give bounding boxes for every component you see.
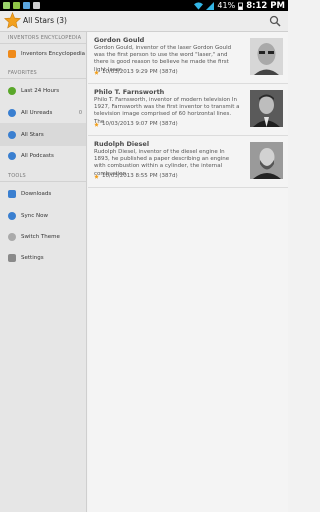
section-header-favorites: FAVORITES xyxy=(0,67,86,79)
action-bar: All Stars (3) xyxy=(0,11,288,32)
sidebar-item-downloads[interactable]: Downloads xyxy=(0,182,86,205)
wifi-icon xyxy=(194,1,204,10)
sidebar-item-label: All Unreads xyxy=(21,110,53,116)
sidebar-item-inventors-encyclopedia[interactable]: Inventors Encyclopedia xyxy=(0,44,86,64)
sidebar-item-all-podcasts[interactable]: All Podcasts xyxy=(0,146,86,166)
sidebar-item-all-unreads[interactable]: All Unreads 0 xyxy=(0,103,86,123)
article-date: 10/03/2013 8:55 PM (387d) xyxy=(102,173,178,179)
star-icon[interactable] xyxy=(94,121,99,127)
navigation-drawer: INVENTORS ENCYCLOPEDIA Inventors Encyclo… xyxy=(0,32,87,512)
star-icon[interactable] xyxy=(94,69,99,75)
clock-icon xyxy=(8,87,16,95)
rss-icon xyxy=(8,50,16,58)
article-thumbnail xyxy=(250,142,283,179)
download-notification-icon xyxy=(3,2,10,9)
podcast-icon xyxy=(8,152,16,160)
article-thumbnail xyxy=(250,38,283,75)
article-thumbnail xyxy=(250,90,283,127)
star-app-icon[interactable] xyxy=(4,12,21,29)
article-date: 10/03/2013 9:29 PM (387d) xyxy=(102,69,178,75)
battery-icon xyxy=(238,2,244,10)
article-meta: 10/03/2013 9:07 PM (387d) xyxy=(94,121,178,127)
sidebar-item-label: All Stars xyxy=(21,131,44,138)
sidebar-item-sync-now[interactable]: Sync Now xyxy=(0,205,86,226)
page-title: All Stars (3) xyxy=(23,16,67,25)
article-item[interactable]: Philo T. Farnsworth Philo T. Farnsworth,… xyxy=(88,84,288,136)
section-header-encyclopedia: INVENTORS ENCYCLOPEDIA xyxy=(0,32,86,44)
signal-icon xyxy=(206,1,215,10)
search-icon[interactable] xyxy=(269,15,281,27)
unread-icon xyxy=(8,109,16,117)
sidebar-item-label: Switch Theme xyxy=(21,233,60,240)
article-meta: 10/03/2013 9:29 PM (387d) xyxy=(94,69,178,75)
system-icons: 41% 8:12 PM xyxy=(194,0,285,11)
article-item[interactable]: Gordon Gould Gordon Gould, inventor of t… xyxy=(88,32,288,84)
star-circle-icon xyxy=(8,130,16,139)
sidebar-item-label: Downloads xyxy=(21,190,52,197)
sidebar-item-label: Inventors Encyclopedia xyxy=(21,51,86,57)
download-icon xyxy=(8,189,16,198)
sidebar-item-label: Sync Now xyxy=(21,212,48,219)
sidebar-item-label: Last 24 Hours xyxy=(21,88,60,94)
unread-count-badge: 0 xyxy=(78,110,82,116)
sidebar-item-switch-theme[interactable]: Switch Theme xyxy=(0,226,86,247)
star-icon[interactable] xyxy=(94,173,99,179)
article-meta: 10/03/2013 8:55 PM (387d) xyxy=(94,173,178,179)
image-notification-icon xyxy=(23,2,30,9)
notification-icons xyxy=(3,0,40,11)
clock-time: 8:12 PM xyxy=(246,0,285,11)
theme-icon xyxy=(8,232,16,241)
article-list: Gordon Gould Gordon Gould, inventor of t… xyxy=(88,32,288,512)
sidebar-item-last-24-hours[interactable]: Last 24 Hours xyxy=(0,79,86,103)
app-notification-icon xyxy=(33,2,40,9)
status-bar: 41% 8:12 PM xyxy=(0,0,288,11)
sidebar-item-label: Settings xyxy=(21,254,44,261)
article-item[interactable]: Rudolph Diesel Rudolph Diesel, inventor … xyxy=(88,136,288,188)
sidebar-item-settings[interactable]: Settings xyxy=(0,247,86,268)
settings-icon xyxy=(8,253,16,262)
sidebar-item-label: All Podcasts xyxy=(21,153,54,159)
battery-percent: 41% xyxy=(217,1,236,10)
section-header-tools: TOOLS xyxy=(0,170,86,182)
article-date: 10/03/2013 9:07 PM (387d) xyxy=(102,121,178,127)
sync-icon xyxy=(8,211,16,220)
android-icon xyxy=(13,2,20,9)
sidebar-item-all-stars[interactable]: All Stars xyxy=(0,123,86,146)
